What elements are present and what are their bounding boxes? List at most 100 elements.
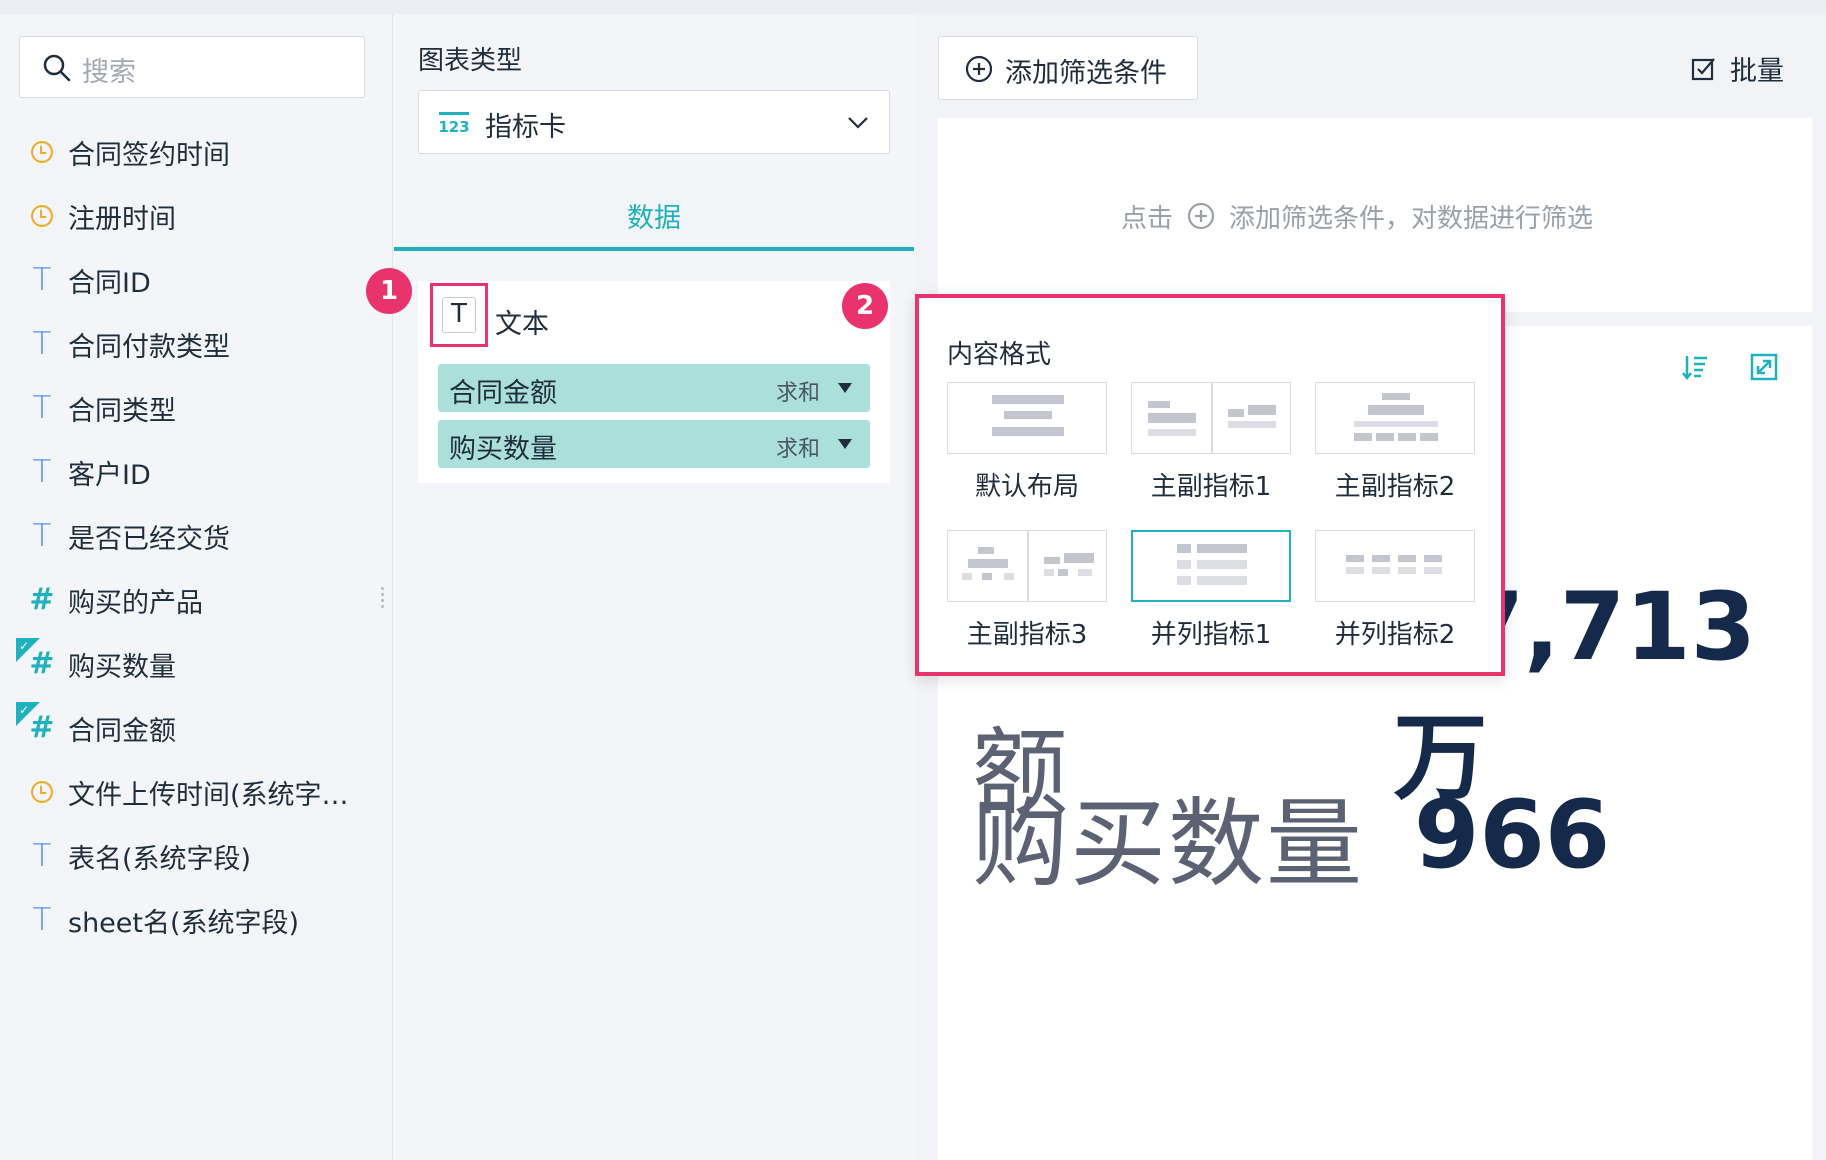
- clock-icon: [31, 205, 53, 227]
- field-item[interactable]: T 是否已经交货: [26, 516, 230, 556]
- field-label: 是否已经交货: [68, 523, 230, 555]
- checkmark-icon: ✓: [19, 703, 30, 717]
- field-item[interactable]: 注册时间: [26, 196, 176, 236]
- caret-down-icon[interactable]: [838, 439, 852, 449]
- top-strip: [0, 0, 1826, 14]
- checkmark-icon: ✓: [19, 639, 30, 653]
- text-type-icon: T: [32, 453, 52, 490]
- field-item[interactable]: 文件上传时间(系统字…: [26, 772, 349, 812]
- field-item[interactable]: ✓ # 购买数量: [16, 638, 176, 684]
- batch-edit-icon: [1691, 58, 1715, 81]
- field-item[interactable]: 合同签约时间: [26, 132, 230, 172]
- field-label: 合同金额: [68, 715, 176, 747]
- hint-suffix: 添加筛选条件，对数据进行筛选: [1229, 203, 1594, 234]
- add-filter-label: 添加筛选条件: [1005, 58, 1167, 89]
- field-label: 注册时间: [68, 203, 176, 235]
- layout-parallel1-icon: [1131, 530, 1291, 602]
- option-label: 并列指标1: [1150, 620, 1272, 650]
- option-label: 主副指标1: [1150, 472, 1272, 502]
- layout-option-parallel-2[interactable]: 并列指标2: [1315, 530, 1475, 651]
- field-label: 文件上传时间(系统字…: [68, 779, 349, 811]
- layout-ps3-icon: [947, 530, 1107, 602]
- step-badge-2: 2: [842, 283, 888, 329]
- measure-pill[interactable]: 购买数量 求和: [438, 420, 870, 468]
- metric-card-icon: 123: [439, 112, 469, 134]
- field-label: 合同ID: [68, 267, 151, 299]
- hint-prefix: 点击: [1121, 203, 1174, 234]
- text-format-button[interactable]: T: [430, 283, 488, 347]
- field-label: 合同付款类型: [68, 331, 230, 363]
- field-item[interactable]: T 合同ID: [26, 260, 151, 300]
- search-placeholder: 搜索: [82, 57, 136, 88]
- add-circle-icon[interactable]: [1187, 202, 1215, 230]
- field-label: 购买数量: [68, 651, 176, 683]
- caret-down-icon[interactable]: [838, 383, 852, 393]
- svg-text:123: 123: [439, 118, 469, 134]
- measure-agg: 求和: [775, 381, 820, 406]
- field-item[interactable]: T sheet名(系统字段): [26, 900, 300, 940]
- layout-default-icon: [947, 382, 1107, 454]
- chart-type-select[interactable]: 123 指标卡: [418, 90, 890, 154]
- field-label: sheet名(系统字段): [68, 907, 300, 939]
- text-type-icon: T: [32, 837, 52, 874]
- clock-icon: [31, 141, 53, 163]
- tab-underline: [394, 247, 914, 251]
- metric-value: 966: [1414, 780, 1611, 890]
- field-label: 客户ID: [68, 459, 151, 491]
- field-item[interactable]: ✓ # 合同金额: [16, 702, 176, 748]
- layout-option-primary-secondary-1[interactable]: 主副指标1: [1131, 382, 1291, 503]
- layout-option-parallel-1[interactable]: 并列指标1: [1131, 530, 1291, 651]
- add-filter-button[interactable]: 添加筛选条件: [938, 36, 1198, 100]
- field-item[interactable]: T 合同付款类型: [26, 324, 230, 364]
- number-type-icon: #: [29, 582, 55, 617]
- layout-option-primary-secondary-3[interactable]: 主副指标3: [947, 530, 1107, 651]
- sort-icon[interactable]: [1681, 352, 1711, 382]
- metric-row: 购买数量 966: [972, 780, 1611, 900]
- resize-handle[interactable]: [381, 584, 389, 614]
- layout-option-default[interactable]: 默认布局: [947, 382, 1107, 503]
- measure-name: 合同金额: [449, 378, 557, 409]
- field-item[interactable]: # 购买的产品: [26, 580, 203, 620]
- tab-data[interactable]: 数据: [394, 196, 914, 235]
- layout-ps2-icon: [1315, 382, 1475, 454]
- metric-name: 购买数量: [972, 787, 1364, 900]
- text-type-icon: T: [32, 517, 52, 554]
- option-label: 默认布局: [974, 472, 1079, 502]
- batch-label: 批量: [1730, 55, 1784, 87]
- text-label: 文本: [495, 309, 549, 340]
- layout-option-primary-secondary-2[interactable]: 主副指标2: [1315, 382, 1475, 503]
- measure-name: 购买数量: [449, 434, 557, 465]
- field-item[interactable]: T 表名(系统字段): [26, 836, 252, 876]
- content-format-popup: 内容格式 默认布局 主副指标1 主副指标2 主副指标3 并列指标1 并列指标2: [915, 294, 1505, 676]
- chart-type-value: 指标卡: [485, 112, 566, 143]
- layout-ps1-icon: [1131, 382, 1291, 454]
- field-label: 表名(系统字段): [68, 843, 252, 875]
- measure-pill[interactable]: 合同金额 求和: [438, 364, 870, 412]
- field-label: 合同类型: [68, 395, 176, 427]
- field-item[interactable]: T 客户ID: [26, 452, 151, 492]
- text-type-icon: T: [32, 325, 52, 362]
- chart-type-label: 图表类型: [418, 46, 523, 76]
- text-type-icon: T: [32, 901, 52, 938]
- add-circle-icon: [965, 55, 993, 83]
- option-label: 主副指标3: [966, 620, 1088, 650]
- option-label: 并列指标2: [1334, 620, 1456, 650]
- search-input[interactable]: 搜索: [19, 36, 365, 98]
- fullscreen-icon[interactable]: [1749, 352, 1779, 382]
- text-type-icon: T: [32, 389, 52, 426]
- measure-agg: 求和: [775, 437, 820, 462]
- field-label: 购买的产品: [68, 587, 203, 619]
- clock-icon: [31, 781, 53, 803]
- chevron-down-icon: [848, 117, 868, 129]
- field-label: 合同签约时间: [68, 139, 230, 171]
- field-item[interactable]: T 合同类型: [26, 388, 176, 428]
- batch-button[interactable]: 批量: [1690, 48, 1784, 88]
- text-type-icon: T: [32, 261, 52, 298]
- layout-parallel2-icon: [1315, 530, 1475, 602]
- search-icon: [43, 54, 71, 82]
- filter-hint: 点击 添加筛选条件，对数据进行筛选: [1121, 198, 1593, 234]
- popup-title: 内容格式: [947, 340, 1052, 370]
- step-badge-1: 1: [366, 268, 412, 314]
- config-panel: [393, 14, 915, 1160]
- text-format-icon: T: [442, 297, 476, 333]
